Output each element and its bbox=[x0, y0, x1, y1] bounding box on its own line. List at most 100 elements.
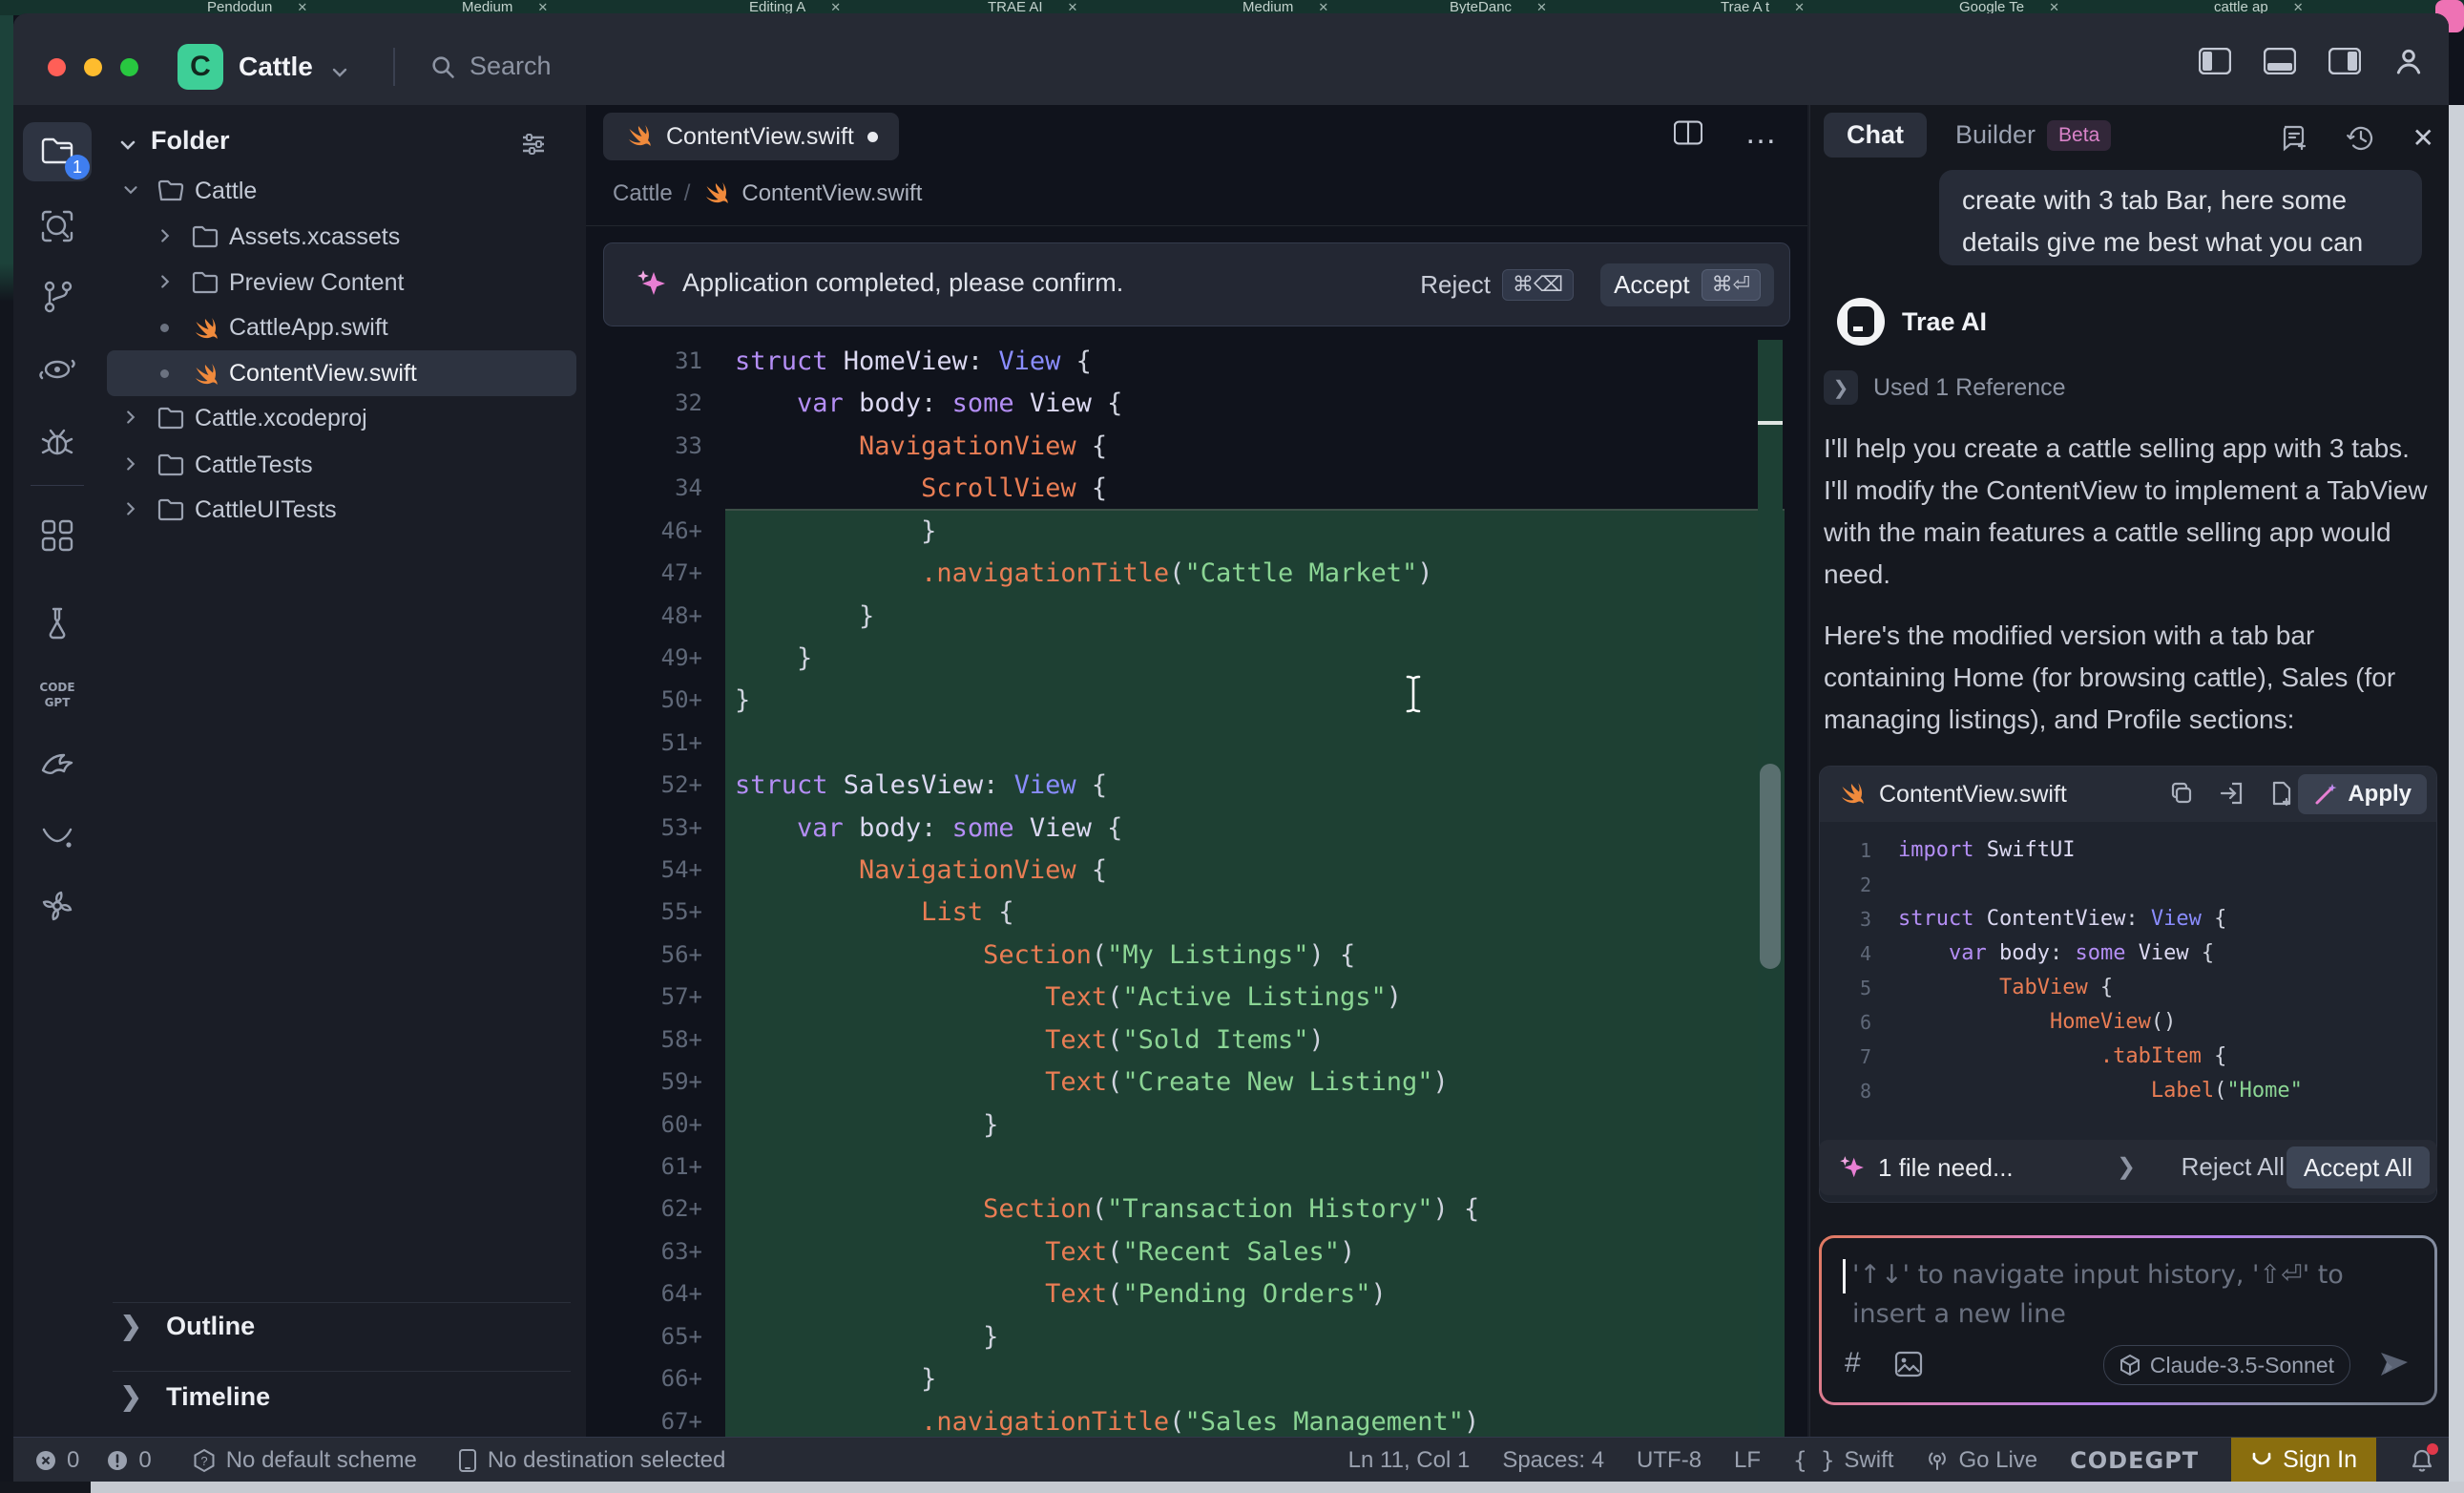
indentation-setting[interactable]: Spaces: 4 bbox=[1502, 1447, 1604, 1474]
timeline-section[interactable]: ❯ Timeline bbox=[120, 1382, 270, 1412]
activity-item-search-icon[interactable] bbox=[23, 197, 92, 256]
browser-scrollbar-vertical[interactable] bbox=[2449, 105, 2464, 1483]
tree-item-cattleuitests[interactable]: CattleUITests bbox=[107, 487, 576, 533]
activity-item-extensions-icon[interactable] bbox=[23, 506, 92, 565]
browser-tab-close-icon[interactable]: ✕ bbox=[830, 0, 841, 14]
code-line[interactable]: 33 NavigationView { bbox=[586, 425, 1807, 468]
tree-item-preview-content[interactable]: Preview Content bbox=[107, 260, 576, 305]
insert-code-icon[interactable] bbox=[2219, 781, 2245, 806]
browser-tab-close-icon[interactable]: ✕ bbox=[297, 0, 307, 14]
accept-button[interactable]: Accept ⌘⏎ bbox=[1600, 263, 1774, 306]
editor-scrollbar-thumb[interactable] bbox=[1760, 764, 1781, 969]
browser-tab-close-icon[interactable]: ✕ bbox=[2293, 0, 2304, 14]
tree-item-cattleapp-swift[interactable]: CattleApp.swift bbox=[107, 305, 576, 350]
scheme-selector[interactable]: ? No default scheme bbox=[192, 1447, 417, 1474]
code-line[interactable]: 65+ } bbox=[586, 1315, 1807, 1358]
history-icon[interactable] bbox=[2346, 123, 2376, 154]
code-line[interactable]: 8 Label("Home" bbox=[1820, 1074, 2436, 1108]
new-chat-icon[interactable] bbox=[2279, 124, 2309, 153]
code-line[interactable]: 47+ .navigationTitle("Cattle Market") bbox=[586, 552, 1807, 595]
code-line[interactable]: 6 HomeView() bbox=[1820, 1005, 2436, 1040]
code-line[interactable]: 34 ScrollView { bbox=[586, 467, 1807, 510]
activity-item-explorer-icon[interactable]: 1 bbox=[23, 122, 92, 181]
cursor-position[interactable]: Ln 11, Col 1 bbox=[1348, 1447, 1471, 1474]
tree-item-contentview-swift[interactable]: ContentView.swift bbox=[107, 350, 576, 396]
split-editor-icon[interactable] bbox=[1674, 120, 1702, 145]
code-line[interactable]: 63+ Text("Recent Sales") bbox=[586, 1230, 1807, 1273]
breadcrumb-file[interactable]: ContentView.swift bbox=[741, 180, 922, 207]
code-line[interactable]: 2 bbox=[1820, 868, 2436, 902]
browser-tab-close-icon[interactable]: ✕ bbox=[1068, 0, 1078, 14]
activity-item-test-flask-icon[interactable] bbox=[23, 594, 92, 653]
editor-tab[interactable]: ContentView.swift bbox=[603, 113, 899, 160]
destination-selector[interactable]: No destination selected bbox=[457, 1447, 726, 1474]
code-line[interactable]: 62+ Section("Transaction History") { bbox=[586, 1188, 1807, 1230]
expand-pending-chevron-icon[interactable]: ❯ bbox=[2117, 1153, 2136, 1181]
browser-tab-close-icon[interactable]: ✕ bbox=[537, 0, 548, 14]
notifications-bell-icon[interactable] bbox=[2409, 1447, 2435, 1474]
new-file-from-code-icon[interactable] bbox=[2270, 780, 2293, 807]
code-line[interactable]: 50+} bbox=[586, 679, 1807, 722]
go-live-button[interactable]: Go Live bbox=[1926, 1447, 2037, 1474]
browser-tab-close-icon[interactable]: ✕ bbox=[1794, 0, 1805, 14]
activity-item-codegeex-icon[interactable] bbox=[23, 735, 92, 794]
project-name[interactable]: Cattle bbox=[239, 52, 313, 82]
browser-tab-close-icon[interactable]: ✕ bbox=[1536, 0, 1547, 14]
encoding-setting[interactable]: UTF-8 bbox=[1637, 1447, 1702, 1474]
code-line[interactable]: 57+ Text("Active Listings") bbox=[586, 976, 1807, 1019]
code-line[interactable]: 61+ bbox=[586, 1146, 1807, 1188]
sign-in-button[interactable]: Sign In bbox=[2231, 1438, 2376, 1482]
warnings-indicator[interactable]: 0 bbox=[106, 1447, 151, 1474]
code-line[interactable]: 58+ Text("Sold Items") bbox=[586, 1019, 1807, 1062]
tree-item-cattletests[interactable]: CattleTests bbox=[107, 442, 576, 488]
code-line[interactable]: 1import SwiftUI bbox=[1820, 833, 2436, 868]
code-line[interactable]: 4 var body: some View { bbox=[1820, 936, 2436, 971]
code-line[interactable]: 55+ List { bbox=[586, 891, 1807, 934]
zoom-window-button[interactable] bbox=[120, 58, 138, 76]
browser-tab-close-icon[interactable]: ✕ bbox=[1318, 0, 1328, 14]
more-actions-icon[interactable]: … bbox=[1744, 128, 1779, 137]
used-references-toggle[interactable]: ❯ Used 1 Reference bbox=[1824, 370, 2066, 405]
code-line[interactable]: 56+ Section("My Listings") { bbox=[586, 934, 1807, 977]
model-selector[interactable]: Claude-3.5-Sonnet bbox=[2103, 1345, 2350, 1385]
language-mode[interactable]: { } Swift bbox=[1793, 1447, 1893, 1474]
toggle-bottom-panel-icon[interactable] bbox=[2264, 48, 2296, 74]
activity-item-debug-icon[interactable] bbox=[23, 413, 92, 473]
activity-item-flower-icon[interactable] bbox=[23, 876, 92, 936]
codegpt-status[interactable]: CODEGPT bbox=[2070, 1447, 2199, 1474]
outline-section[interactable]: ❯ Outline bbox=[120, 1312, 255, 1341]
chevron-right-icon[interactable] bbox=[120, 453, 141, 474]
copy-code-icon[interactable] bbox=[2169, 781, 2194, 806]
folder-chevron-down-icon[interactable] bbox=[116, 134, 139, 157]
code-line[interactable]: 60+ } bbox=[586, 1104, 1807, 1146]
code-line[interactable]: 59+ Text("Create New Listing") bbox=[586, 1061, 1807, 1104]
apply-button[interactable]: Apply bbox=[2298, 774, 2427, 814]
code-line[interactable]: 53+ var body: some View { bbox=[586, 807, 1807, 850]
breadcrumb[interactable]: Cattle / ContentView.swift bbox=[613, 179, 922, 208]
tree-item-assets-xcassets[interactable]: Assets.xcassets bbox=[107, 214, 576, 260]
context-hash-icon[interactable]: # bbox=[1845, 1347, 1861, 1379]
tab-chat[interactable]: Chat bbox=[1824, 113, 1927, 158]
chevron-right-icon[interactable] bbox=[155, 271, 176, 292]
close-window-button[interactable] bbox=[48, 58, 66, 76]
activity-item-smiley-icon[interactable] bbox=[23, 807, 92, 866]
activity-item-codegpt-icon[interactable]: CODEGPT bbox=[23, 664, 92, 724]
code-line[interactable]: 3struct ContentView: View { bbox=[1820, 902, 2436, 936]
explorer-filter-icon[interactable] bbox=[519, 130, 548, 158]
activity-item-source-control-icon[interactable] bbox=[23, 267, 92, 326]
chat-input[interactable]: '↑↓' to navigate input history, '⇧⏎' to … bbox=[1822, 1238, 2434, 1402]
accept-all-button[interactable]: Accept All bbox=[2287, 1146, 2430, 1188]
code-line[interactable]: 5 TabView { bbox=[1820, 971, 2436, 1005]
tree-item-cattle-xcodeproj[interactable]: Cattle.xcodeproj bbox=[107, 395, 576, 441]
attach-image-icon[interactable] bbox=[1894, 1351, 1923, 1377]
project-chevron-down-icon[interactable] bbox=[328, 61, 351, 84]
code-line[interactable]: 64+ Text("Pending Orders") bbox=[586, 1272, 1807, 1315]
activity-item-preview-eye-icon[interactable] bbox=[23, 340, 92, 399]
reject-button[interactable]: Reject ⌘⌫ bbox=[1412, 263, 1581, 306]
breadcrumb-project[interactable]: Cattle bbox=[613, 180, 673, 207]
chevron-right-icon[interactable] bbox=[155, 225, 176, 246]
reject-all-button[interactable]: Reject All bbox=[2182, 1152, 2285, 1182]
tree-item-cattle[interactable]: Cattle bbox=[107, 168, 576, 214]
tab-builder[interactable]: Builder Beta bbox=[1955, 120, 2111, 151]
code-line[interactable]: 49+ } bbox=[586, 637, 1807, 680]
